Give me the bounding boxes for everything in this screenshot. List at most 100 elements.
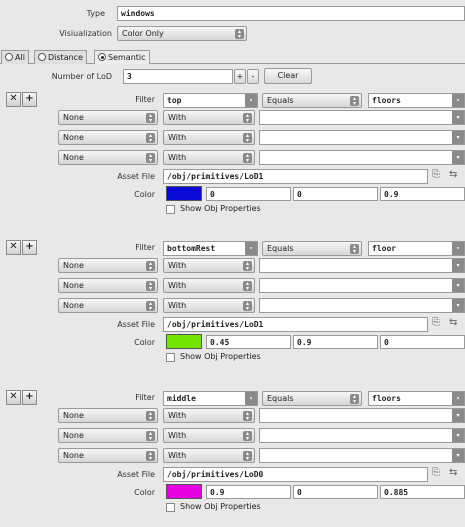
- operator-dropdown[interactable]: Equals ▴ ▾: [262, 241, 362, 256]
- color-swatch[interactable]: [166, 484, 202, 499]
- color-swatch[interactable]: [166, 334, 202, 349]
- close-icon: ✕: [9, 391, 18, 402]
- updown-arrows-icon: ▴ ▾: [350, 244, 359, 255]
- dropdown-arrow-icon: ▾: [452, 299, 464, 312]
- condition-value-dropdown[interactable]: ▾: [259, 428, 465, 443]
- show-obj-checkbox[interactable]: [166, 353, 175, 362]
- filter-field-dropdown[interactable]: middle ▾: [163, 391, 258, 406]
- updown-arrows-icon: ▴ ▾: [243, 133, 252, 144]
- tab-distance[interactable]: Distance: [34, 50, 87, 64]
- condition-logic-dropdown[interactable]: None ▴ ▾: [58, 258, 158, 273]
- add-rule-button[interactable]: +: [22, 92, 37, 107]
- remove-rule-button[interactable]: ✕: [6, 92, 21, 107]
- file-chooser-icon[interactable]: ⎘: [432, 169, 440, 180]
- asset-file-field[interactable]: /obj/primitives/LoD0: [163, 467, 428, 482]
- show-obj-checkbox[interactable]: [166, 503, 175, 512]
- condition-value-dropdown[interactable]: ▾: [259, 278, 465, 293]
- operator-value: Equals: [267, 96, 294, 105]
- color-label: Color: [134, 488, 155, 497]
- condition-op-dropdown[interactable]: With ▴ ▾: [163, 408, 255, 423]
- condition-op-value: With: [168, 153, 187, 162]
- condition-op-dropdown[interactable]: With ▴ ▾: [163, 278, 255, 293]
- show-obj-label: Show Obj Properties: [180, 204, 261, 213]
- asset-file-field[interactable]: /obj/primitives/LoD1: [163, 317, 428, 332]
- condition-op-value: With: [168, 133, 187, 142]
- asset-file-field[interactable]: /obj/primitives/LoD1: [163, 169, 428, 184]
- condition-logic-dropdown[interactable]: None ▴ ▾: [58, 428, 158, 443]
- color-g-field[interactable]: 0: [293, 485, 378, 499]
- condition-value-dropdown[interactable]: ▾: [259, 130, 465, 145]
- condition-op-dropdown[interactable]: With ▴ ▾: [163, 130, 255, 145]
- color-b-field[interactable]: 0: [380, 335, 465, 349]
- reload-icon[interactable]: ⇆: [449, 467, 457, 478]
- condition-logic-dropdown[interactable]: None ▴ ▾: [58, 298, 158, 313]
- operator-dropdown[interactable]: Equals ▴ ▾: [262, 93, 362, 108]
- condition-value-dropdown[interactable]: ▾: [259, 110, 465, 125]
- condition-logic-dropdown[interactable]: None ▴ ▾: [58, 110, 158, 125]
- updown-arrows-icon: ▴ ▾: [243, 301, 252, 312]
- filter-value-dropdown[interactable]: floors ▾: [368, 391, 465, 406]
- condition-logic-value: None: [63, 261, 84, 270]
- remove-rule-button[interactable]: ✕: [6, 390, 21, 405]
- condition-op-dropdown[interactable]: With ▴ ▾: [163, 448, 255, 463]
- add-rule-button[interactable]: +: [22, 390, 37, 405]
- remove-rule-button[interactable]: ✕: [6, 240, 21, 255]
- reload-icon[interactable]: ⇆: [449, 317, 457, 328]
- condition-logic-value: None: [63, 133, 84, 142]
- condition-op-dropdown[interactable]: With ▴ ▾: [163, 298, 255, 313]
- filter-field-dropdown[interactable]: top ▾: [163, 93, 258, 108]
- file-chooser-icon[interactable]: ⎘: [432, 467, 440, 478]
- tab-semantic[interactable]: Semantic: [94, 50, 150, 64]
- lod-decrement-button[interactable]: -: [247, 69, 259, 84]
- clear-button[interactable]: Clear: [264, 68, 312, 84]
- condition-value-dropdown[interactable]: ▾: [259, 408, 465, 423]
- color-b-field[interactable]: 0.885: [380, 485, 465, 499]
- filter-value-dropdown[interactable]: floors ▾: [368, 93, 465, 108]
- tab-all[interactable]: All: [1, 50, 29, 64]
- condition-value-dropdown[interactable]: ▾: [259, 298, 465, 313]
- operator-value: Equals: [267, 394, 294, 403]
- condition-logic-dropdown[interactable]: None ▴ ▾: [58, 408, 158, 423]
- color-r-field[interactable]: 0.9: [206, 485, 291, 499]
- show-obj-checkbox[interactable]: [166, 205, 175, 214]
- condition-op-dropdown[interactable]: With ▴ ▾: [163, 150, 255, 165]
- operator-dropdown[interactable]: Equals ▴ ▾: [262, 391, 362, 406]
- condition-logic-value: None: [63, 153, 84, 162]
- type-field[interactable]: windows: [117, 6, 465, 21]
- condition-value-dropdown[interactable]: ▾: [259, 150, 465, 165]
- lod-increment-button[interactable]: +: [234, 69, 246, 84]
- dropdown-arrow-icon: ▾: [452, 259, 464, 272]
- condition-op-dropdown[interactable]: With ▴ ▾: [163, 258, 255, 273]
- condition-logic-dropdown[interactable]: None ▴ ▾: [58, 130, 158, 145]
- condition-logic-dropdown[interactable]: None ▴ ▾: [58, 278, 158, 293]
- color-g-field[interactable]: 0.9: [293, 335, 378, 349]
- filter-field-value: top: [167, 96, 182, 105]
- updown-arrows-icon: ▴ ▾: [146, 411, 155, 422]
- filter-field-dropdown[interactable]: bottomRest ▾: [163, 241, 258, 256]
- condition-op-dropdown[interactable]: With ▴ ▾: [163, 110, 255, 125]
- condition-value-dropdown[interactable]: ▾: [259, 258, 465, 273]
- reload-icon[interactable]: ⇆: [449, 169, 457, 180]
- file-chooser-icon[interactable]: ⎘: [432, 317, 440, 328]
- add-rule-button[interactable]: +: [22, 240, 37, 255]
- color-r-field[interactable]: 0: [206, 187, 291, 201]
- updown-arrows-icon: ▴ ▾: [146, 451, 155, 462]
- condition-logic-value: None: [63, 301, 84, 310]
- filter-value-dropdown[interactable]: floor ▾: [368, 241, 465, 256]
- color-g-field[interactable]: 0: [293, 187, 378, 201]
- color-b-field[interactable]: 0.9: [380, 187, 465, 201]
- color-swatch[interactable]: [166, 186, 202, 201]
- filter-label: Filter: [135, 95, 155, 104]
- asset-file-label: Asset File: [117, 320, 155, 329]
- filter-field-value: middle: [167, 394, 196, 403]
- condition-logic-dropdown[interactable]: None ▴ ▾: [58, 150, 158, 165]
- visualization-dropdown[interactable]: Color Only ▴ ▾: [117, 26, 247, 41]
- condition-op-value: With: [168, 411, 187, 420]
- color-r-field[interactable]: 0.45: [206, 335, 291, 349]
- lod-count-field[interactable]: 3: [123, 69, 233, 84]
- condition-op-dropdown[interactable]: With ▴ ▾: [163, 428, 255, 443]
- condition-op-value: With: [168, 261, 187, 270]
- condition-logic-dropdown[interactable]: None ▴ ▾: [58, 448, 158, 463]
- updown-arrows-icon: ▴ ▾: [350, 96, 359, 107]
- condition-value-dropdown[interactable]: ▾: [259, 448, 465, 463]
